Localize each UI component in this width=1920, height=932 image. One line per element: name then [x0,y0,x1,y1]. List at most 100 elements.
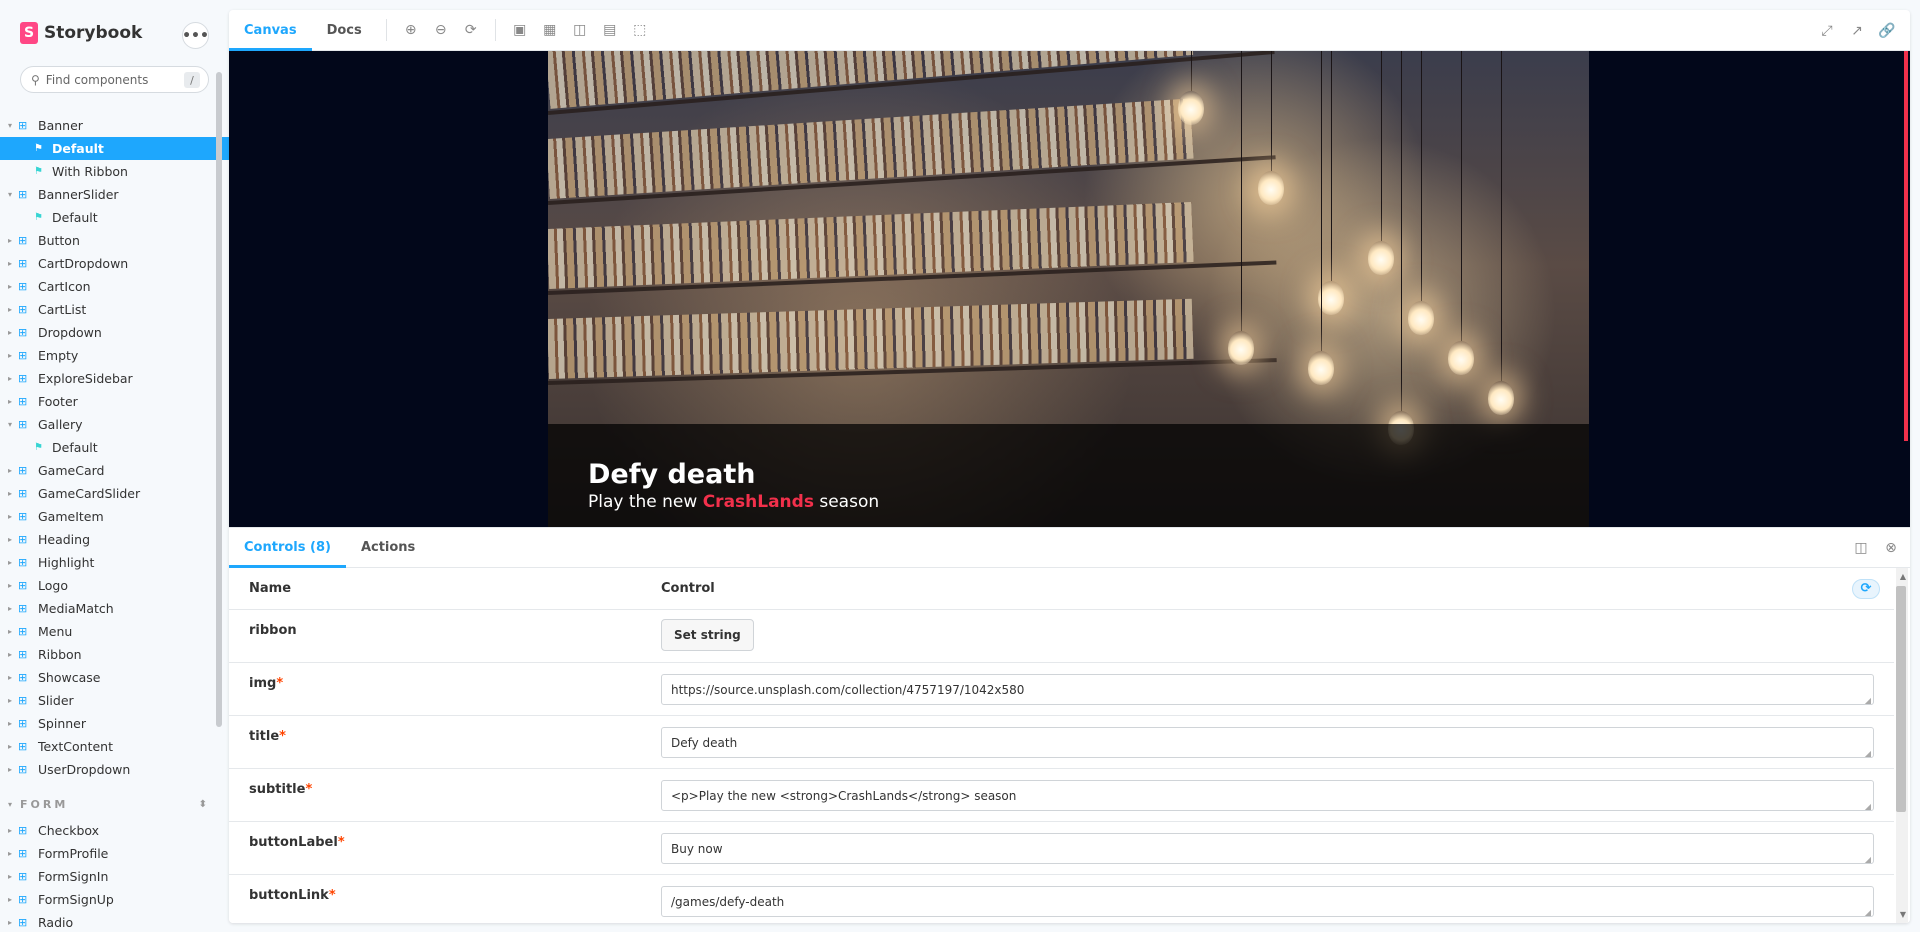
sidebar-item-button[interactable]: ▸ ⊞ Button [0,229,229,252]
chevron-right-icon: ▸ [8,558,13,567]
canvas-scrollbar[interactable] [1904,51,1908,441]
light-bulb [1258,171,1284,205]
banner-title: Defy death [588,459,756,490]
sidebar-item-dropdown[interactable]: ▸ ⊞ Dropdown [0,321,229,344]
sidebar-item-heading[interactable]: ▸ ⊞ Heading [0,528,229,551]
component-icon: ⊞ [18,602,28,615]
sidebar-story-default[interactable]: ⚑ Default [0,206,229,229]
component-icon: ⊞ [18,916,28,929]
img-field[interactable]: https://source.unsplash.com/collection/4… [661,674,1874,705]
section-title: FORM [20,797,69,811]
component-icon: ⊞ [18,694,28,707]
addons-panel: Controls (8) Actions ◫ ⊗ Name Control ⟳ … [229,527,1910,923]
sidebar-item-showcase[interactable]: ▸ ⊞ Showcase [0,666,229,689]
sidebar-item-spinner[interactable]: ▸ ⊞ Spinner [0,712,229,735]
component-icon: ⊞ [18,717,28,730]
sidebar-item-cartdropdown[interactable]: ▸ ⊞ CartDropdown [0,252,229,275]
scroll-up-icon[interactable]: ▲ [1900,572,1906,581]
sidebar-item-ribbon[interactable]: ▸ ⊞ Ribbon [0,643,229,666]
sidebar-item-gamecard[interactable]: ▸ ⊞ GameCard [0,459,229,482]
light-bulb [1228,331,1254,365]
sidebar-item-checkbox[interactable]: ▸ ⊞ Checkbox [0,819,229,842]
collapse-all-icon[interactable]: ⬍ [199,799,207,810]
viewport-icon[interactable]: ◫ [565,10,595,51]
component-icon: ⊞ [18,418,28,431]
panel-orientation-icon[interactable]: ◫ [1850,537,1872,559]
chevron-right-icon: ▸ [8,512,13,521]
outline-icon[interactable]: ⬚ [625,10,655,51]
measure-icon[interactable]: ▤ [595,10,625,51]
tab-controls[interactable]: Controls (8) [229,528,346,568]
buttonlink-field[interactable]: /games/defy-death [661,886,1874,917]
sidebar-item-carticon[interactable]: ▸ ⊞ CartIcon [0,275,229,298]
control-row-buttonlink: buttonLink* /games/defy-death [229,875,1894,923]
chevron-right-icon: ▸ [8,849,13,858]
sidebar-item-banner[interactable]: ▾ ⊞ Banner [0,114,229,137]
sidebar-item-formsignup[interactable]: ▸ ⊞ FormSignUp [0,888,229,911]
background-icon[interactable]: ▣ [505,10,535,51]
tab-actions[interactable]: Actions [346,528,430,568]
sidebar-item-highlight[interactable]: ▸ ⊞ Highlight [0,551,229,574]
chevron-right-icon: ▸ [8,374,13,383]
sidebar-item-bannerslider[interactable]: ▾ ⊞ BannerSlider [0,183,229,206]
component-icon: ⊞ [18,510,28,523]
set-string-button[interactable]: Set string [661,619,754,651]
brand[interactable]: S Storybook [20,22,142,44]
sidebar-item-formprofile[interactable]: ▸ ⊞ FormProfile [0,842,229,865]
sidebar-item-userdropdown[interactable]: ▸ ⊞ UserDropdown [0,758,229,781]
zoom-reset-icon[interactable]: ⟳ [456,10,486,51]
lamp-wire [1331,51,1332,281]
sidebar-story-with-ribbon[interactable]: ⚑ With Ribbon [0,160,229,183]
buttonlabel-field[interactable]: Buy now [661,833,1874,864]
sidebar-item-label: FormProfile [38,846,109,861]
component-icon: ⊞ [18,763,28,776]
sidebar-item-label: CartDropdown [38,256,129,271]
component-icon: ⊞ [18,280,28,293]
banner-subtitle: Play the new CrashLands season [588,492,879,512]
subtitle-field[interactable]: <p>Play the new <strong>CrashLands</stro… [661,780,1874,811]
sidebar-story-default[interactable]: ⚑ Default [0,436,229,459]
copy-link-icon[interactable]: 🔗 [1872,10,1902,51]
open-new-tab-icon[interactable]: ↗ [1842,10,1872,51]
tab-docs[interactable]: Docs [312,10,377,51]
component-icon: ⊞ [18,556,28,569]
component-icon: ⊞ [18,349,28,362]
zoom-in-icon[interactable]: ⊕ [396,10,426,51]
sidebar-item-cartlist[interactable]: ▸ ⊞ CartList [0,298,229,321]
fullscreen-icon[interactable]: ⤢ [1812,10,1842,51]
sidebar-item-gamecardslider[interactable]: ▸ ⊞ GameCardSlider [0,482,229,505]
tab-canvas[interactable]: Canvas [229,10,312,51]
zoom-out-icon[interactable]: ⊖ [426,10,456,51]
sidebar-item-empty[interactable]: ▸ ⊞ Empty [0,344,229,367]
sidebar-item-gallery[interactable]: ▾ ⊞ Gallery [0,413,229,436]
sidebar-item-footer[interactable]: ▸ ⊞ Footer [0,390,229,413]
sidebar-item-logo[interactable]: ▸ ⊞ Logo [0,574,229,597]
reset-controls-icon[interactable]: ⟳ [1852,578,1880,599]
sidebar-menu-button[interactable]: ••• [182,22,209,49]
sidebar-scrollbar[interactable] [216,72,222,727]
sidebar-item-menu[interactable]: ▸ ⊞ Menu [0,620,229,643]
sidebar-item-label: Empty [38,348,79,363]
sidebar-item-radio[interactable]: ▸ ⊞ Radio [0,911,229,932]
sidebar-item-formsignin[interactable]: ▸ ⊞ FormSignIn [0,865,229,888]
close-panel-icon[interactable]: ⊗ [1880,537,1902,559]
sidebar-section-form[interactable]: ▾ FORM ⬍ [0,789,229,819]
banner-subtitle-prefix: Play the new [588,492,703,512]
sidebar-item-exploresidebar[interactable]: ▸ ⊞ ExploreSidebar [0,367,229,390]
title-field[interactable]: Defy death [661,727,1874,758]
component-icon: ⊞ [18,579,28,592]
sidebar-story-default[interactable]: ⚑ Default [0,137,229,160]
sidebar-item-label: Logo [38,578,68,593]
sidebar-item-label: Dropdown [38,325,102,340]
grid-icon[interactable]: ▦ [535,10,565,51]
sidebar-item-label: Footer [38,394,78,409]
sidebar-item-slider[interactable]: ▸ ⊞ Slider [0,689,229,712]
scroll-down-icon[interactable]: ▼ [1900,910,1906,919]
sidebar-item-mediamatch[interactable]: ▸ ⊞ MediaMatch [0,597,229,620]
search-input[interactable]: ⚲ Find components / [20,66,209,93]
sidebar-item-textcontent[interactable]: ▸ ⊞ TextContent [0,735,229,758]
control-name-text: title [249,729,280,744]
controls-scroll-thumb[interactable] [1896,586,1906,812]
sidebar-item-gameitem[interactable]: ▸ ⊞ GameItem [0,505,229,528]
chevron-right-icon: ▸ [8,673,13,682]
